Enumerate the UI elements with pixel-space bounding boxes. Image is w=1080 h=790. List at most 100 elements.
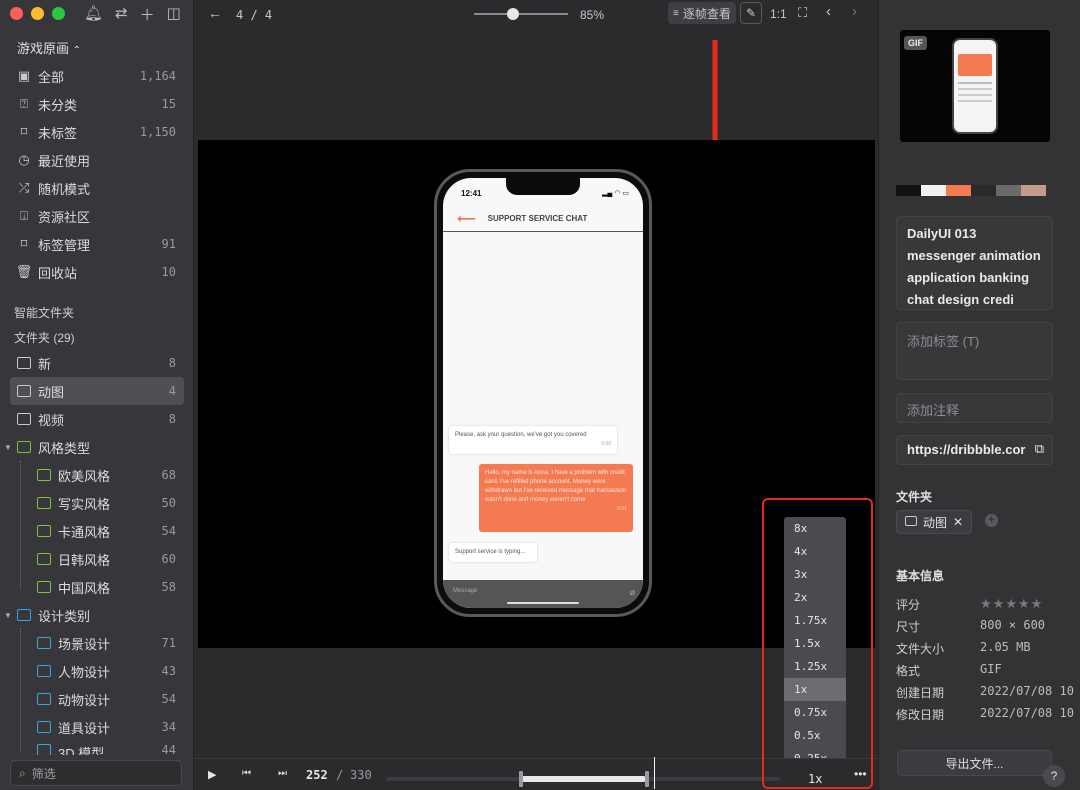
folder-realistic[interactable]: 写实风格 50 (0, 489, 194, 517)
folder-icon (37, 468, 51, 482)
zoom-window-button[interactable] (52, 7, 65, 20)
folder-scene[interactable]: 场景设计 71 (0, 629, 194, 657)
help-button[interactable]: ? (1043, 765, 1065, 787)
folder-western[interactable]: 欧美风格 68 (0, 461, 194, 489)
sidebar-item-trash[interactable]: 🗑︎ 回收站 10 (0, 258, 194, 286)
sidebar-item-random[interactable]: ⤮ 随机模式 (0, 174, 194, 202)
sidebar-item-community[interactable]: ⍗ 资源社区 (0, 202, 194, 230)
folder-icon (37, 636, 51, 650)
chevron-down-icon[interactable]: ▼ (4, 611, 17, 620)
sidebar-item-untagged[interactable]: ⌑ 未标签 1,150 (0, 118, 194, 146)
folder-new[interactable]: 新8 (0, 349, 194, 377)
folder-count: 44 (161, 743, 176, 755)
preview-thumbnail[interactable]: GIF (900, 30, 1050, 142)
color-swatch[interactable] (921, 185, 946, 196)
sidebar-item-uncategorized[interactable]: ⍰ 未分类 15 (0, 90, 194, 118)
folder-icon (17, 356, 31, 370)
plus-icon[interactable]: ＋ (140, 4, 155, 25)
info-key: 修改日期 (896, 708, 945, 722)
inbox-icon: ▣ (17, 68, 31, 83)
folder-props[interactable]: 道具设计 34 (0, 713, 194, 741)
swap-icon[interactable]: ⇄ (115, 4, 128, 25)
folders-header[interactable]: 文件夹 (29) (14, 329, 75, 346)
fullscreen-icon[interactable]: ⛶ (798, 5, 807, 21)
folder-style-types[interactable]: ▼ 风格类型 (0, 433, 194, 461)
add-folder-button[interactable]: + (985, 514, 998, 527)
folder-jp-kr[interactable]: 日韩风格 60 (0, 545, 194, 573)
folder-section-label: 文件夹 (896, 490, 933, 504)
color-swatch[interactable] (996, 185, 1021, 196)
frame-view-button[interactable]: ≡ 逐帧查看 (668, 2, 736, 24)
star-icon[interactable]: ★ (1018, 596, 1030, 613)
star-icon[interactable]: ★ (980, 596, 992, 613)
folder-chinese[interactable]: 中国风格 58 (0, 573, 194, 601)
back-arrow-icon[interactable]: ← (208, 5, 222, 21)
color-swatch[interactable] (896, 185, 921, 196)
sidebar-toggle-icon[interactable]: ◫ (167, 4, 181, 25)
folder-gif[interactable]: 动图 4 (10, 377, 184, 405)
folder-cartoon[interactable]: 卡通风格 54 (0, 517, 194, 545)
external-link-icon[interactable]: ⧉ (1035, 441, 1044, 457)
chevron-left-icon[interactable]: ‹ (826, 3, 831, 20)
gif-badge: GIF (904, 36, 927, 50)
folder-chip[interactable]: 动图 ✕ (896, 510, 973, 534)
item-title: DailyUI 013 messenger animation applicat… (907, 226, 1041, 307)
tags-field[interactable]: 添加标签 (T) (896, 322, 1053, 380)
title-field[interactable]: DailyUI 013 messenger animation applicat… (896, 216, 1053, 310)
color-swatch[interactable] (946, 185, 971, 196)
export-button[interactable]: 导出文件... (897, 750, 1052, 776)
library-switcher[interactable]: 游戏原画 ⌃ (17, 38, 81, 57)
sidebar-item-recent[interactable]: ◷ 最近使用 (0, 146, 194, 174)
folder-count: 54 (161, 692, 176, 706)
folder-icon (17, 384, 31, 398)
folder-design-category[interactable]: ▼ 设计类别 (0, 601, 194, 629)
source-url: https://dribbble.cor (907, 442, 1026, 457)
folder-character[interactable]: 人物设计 43 (0, 657, 194, 685)
pencil-icon: ✎ (745, 6, 757, 20)
folder-video[interactable]: 视频 8 (0, 405, 194, 433)
folder-3d[interactable]: 3D 模型 44 (0, 741, 194, 755)
color-swatch[interactable] (971, 185, 996, 196)
folder-label: 欧美风格 (58, 468, 111, 484)
prev-frame-icon[interactable]: ⏮ (242, 768, 251, 779)
folder-count: 43 (161, 664, 176, 678)
chevron-right-icon[interactable]: › (852, 3, 857, 20)
range-start-handle[interactable] (519, 771, 523, 787)
timeline-track[interactable] (386, 757, 780, 789)
back-arrow-icon: ⟵ (457, 210, 476, 226)
filter-input[interactable]: ⌕ 筛选 (10, 760, 182, 786)
next-frame-icon[interactable]: ⏭ (278, 768, 287, 779)
minimize-window-button[interactable] (31, 7, 44, 20)
frame-view-label: 逐帧查看 (682, 6, 731, 21)
actual-size-button[interactable]: 1:1 (770, 7, 787, 21)
clock-icon: ◷ (18, 152, 30, 167)
folder-label: 设计类别 (38, 608, 91, 624)
rating-stars[interactable]: ★ ★ ★ ★ ★ (980, 596, 1042, 613)
smart-folders-header[interactable]: 智能文件夹 (14, 304, 74, 321)
sidebar-item-tags[interactable]: ⌑ 标签管理 91 (0, 230, 194, 258)
zoom-slider[interactable] (474, 8, 568, 20)
bell-icon[interactable]: 🔔︎ (84, 4, 103, 25)
notes-field[interactable]: 添加注释 (896, 393, 1053, 423)
url-field[interactable]: https://dribbble.cor ⧉ (896, 435, 1053, 465)
message-placeholder: Message (453, 588, 478, 594)
folder-animal[interactable]: 动物设计 54 (0, 685, 194, 713)
bookmark-icon: ⌑ (20, 124, 28, 139)
star-icon[interactable]: ★ (993, 596, 1005, 613)
color-swatch[interactable] (1021, 185, 1046, 196)
close-window-button[interactable] (10, 7, 23, 20)
typing-text: Support service is typing... (455, 549, 526, 555)
zoom-slider-thumb[interactable] (507, 8, 519, 20)
info-key: 格式 (896, 664, 921, 678)
range-end-handle[interactable] (645, 771, 649, 787)
close-icon[interactable]: ✕ (953, 515, 963, 529)
chevron-down-icon[interactable]: ▼ (4, 443, 17, 452)
star-icon[interactable]: ★ (1005, 596, 1017, 613)
sidebar-item-all[interactable]: ▣ 全部 1,164 (0, 62, 194, 90)
viewer: ← 4 / 4 85% ≡ 逐帧查看 ✎ 1:1 ⛶ ‹ › 12:41 ▂▄ … (194, 0, 878, 790)
star-icon[interactable]: ★ (1031, 596, 1043, 613)
edit-pencil-button[interactable]: ✎ (740, 2, 762, 24)
play-icon[interactable]: ▶ (208, 768, 216, 781)
nav-count: 1,164 (139, 69, 176, 83)
playhead[interactable] (654, 757, 655, 789)
